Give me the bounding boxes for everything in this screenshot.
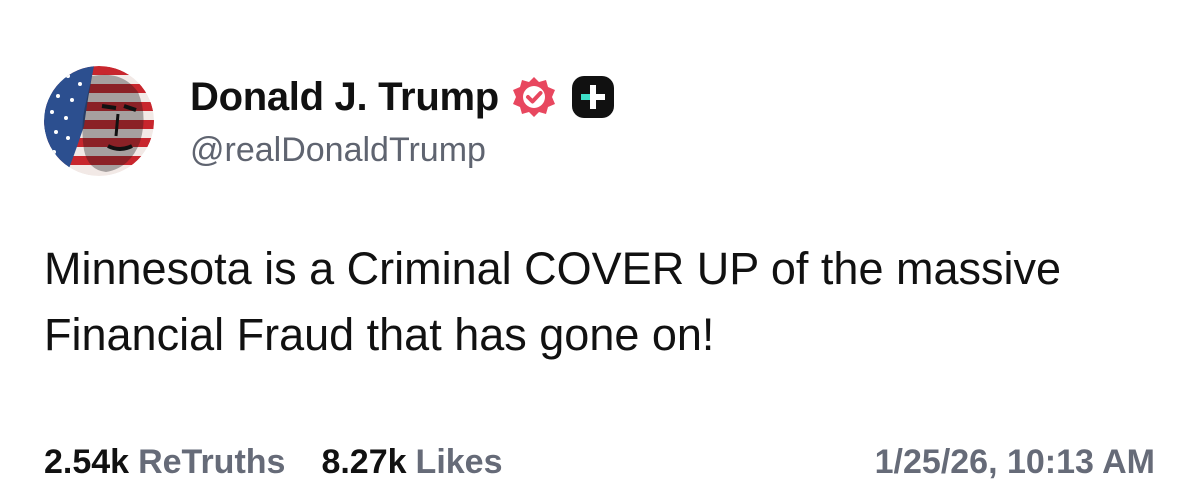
likes-count: 8.27k: [321, 443, 407, 481]
post-card: Donald J. Trump @realDonaldTrump Minneso…: [0, 0, 1199, 500]
post-stats: 2.54k ReTruths 8.27k Likes: [44, 440, 539, 484]
author-name-row: Donald J. Trump: [190, 72, 615, 122]
post-body-text: Minnesota is a Criminal COVER UP of the …: [44, 243, 1062, 360]
likes-stat[interactable]: 8.27k Likes: [321, 440, 502, 484]
retruths-count: 2.54k: [44, 443, 130, 481]
verified-badge-icon: [511, 74, 557, 120]
likes-label: Likes: [415, 443, 503, 481]
retruths-label: ReTruths: [138, 443, 286, 481]
post-timestamp[interactable]: 1/25/26, 10:13 AM: [875, 440, 1155, 484]
retruths-stat[interactable]: 2.54k ReTruths: [44, 440, 285, 484]
flag-portrait-avatar-icon: [44, 66, 154, 176]
avatar[interactable]: [44, 66, 154, 176]
author-handle[interactable]: @realDonaldTrump: [190, 128, 486, 172]
author-display-name[interactable]: Donald J. Trump: [190, 72, 499, 122]
plus-badge-icon: [571, 75, 615, 119]
